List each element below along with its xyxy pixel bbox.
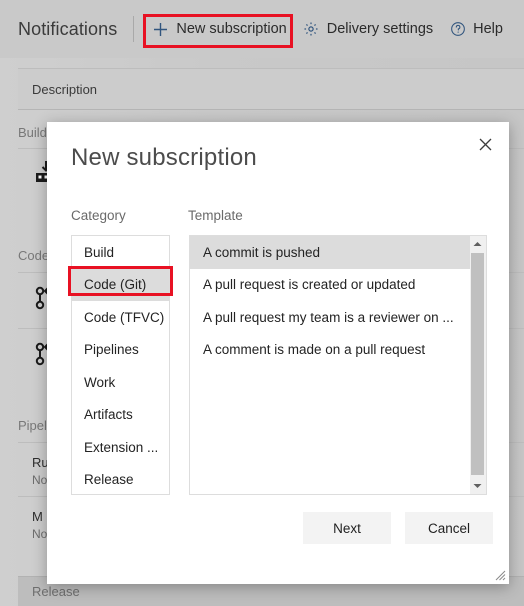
cancel-button[interactable]: Cancel [405, 512, 493, 544]
delivery-settings-label: Delivery settings [326, 21, 434, 37]
category-item-extension[interactable]: Extension ... [72, 431, 169, 464]
notifications-toolbar: Notifications New subscription Delivery … [0, 0, 524, 58]
template-item-pr-created-updated[interactable]: A pull request is created or updated [190, 269, 470, 302]
template-item-comment-on-pr[interactable]: A comment is made on a pull request [190, 334, 470, 367]
dialog-title: New subscription [71, 144, 257, 171]
template-item-pr-team-reviewer[interactable]: A pull request my team is a reviewer on … [190, 301, 470, 334]
template-list[interactable]: A commit is pushed A pull request is cre… [189, 235, 470, 495]
help-button[interactable]: Help [441, 15, 511, 44]
bg-group-code: Code [18, 248, 50, 263]
category-list[interactable]: Build Code (Git) Code (TFVC) Pipelines W… [71, 235, 170, 495]
dialog-action-buttons: Next Cancel [303, 512, 493, 544]
close-icon[interactable] [471, 130, 499, 158]
help-label: Help [473, 21, 503, 37]
gear-icon [303, 21, 320, 38]
category-item-code-git[interactable]: Code (Git) [72, 268, 169, 301]
page-title: Notifications [18, 18, 118, 39]
category-item-artifacts[interactable]: Artifacts [72, 399, 169, 432]
description-header-label: Description [32, 81, 98, 97]
category-column-label: Category [71, 208, 126, 223]
resize-grip-icon[interactable] [493, 568, 506, 581]
category-item-work[interactable]: Work [72, 366, 169, 399]
category-item-release[interactable]: Release [72, 464, 169, 495]
template-item-commit-pushed[interactable]: A commit is pushed [190, 236, 470, 269]
chevron-up-icon[interactable] [470, 236, 485, 252]
scrollbar-thumb[interactable] [471, 253, 484, 475]
question-circle-icon [449, 21, 466, 38]
new-subscription-dialog: New subscription Category Template Build… [47, 122, 509, 584]
new-subscription-label: New subscription [176, 21, 287, 37]
template-list-scrollbar[interactable] [470, 235, 487, 495]
description-column-header: Description [18, 68, 524, 110]
category-item-code-tfvc[interactable]: Code (TFVC) [72, 301, 169, 334]
category-item-pipelines[interactable]: Pipelines [72, 334, 169, 367]
category-item-build[interactable]: Build [72, 236, 169, 269]
plus-icon [152, 21, 169, 38]
new-subscription-button[interactable]: New subscription [144, 15, 294, 44]
toolbar-separator [133, 16, 135, 42]
template-column-label: Template [188, 208, 243, 223]
chevron-down-icon[interactable] [470, 478, 485, 494]
delivery-settings-button[interactable]: Delivery settings [295, 15, 441, 44]
bg-group-build: Build [18, 125, 47, 140]
next-button[interactable]: Next [303, 512, 391, 544]
app-root: Notifications New subscription Delivery … [0, 0, 524, 606]
